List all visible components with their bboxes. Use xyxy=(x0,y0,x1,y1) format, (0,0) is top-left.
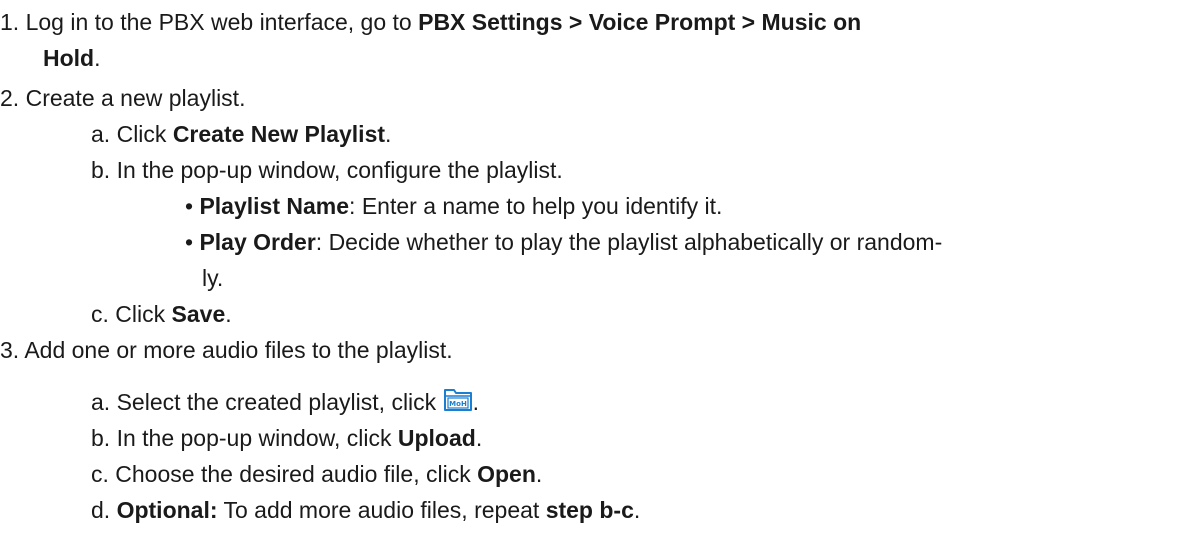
substep-2c: c. Click Save. xyxy=(91,300,232,328)
substep-letter: b. xyxy=(91,157,111,183)
svg-text:MoH: MoH xyxy=(449,400,467,408)
substep-text: In the pop-up window, click xyxy=(116,425,398,451)
substep-letter: a. xyxy=(91,121,111,147)
substep-2a: a. Click Create New Playlist. xyxy=(91,120,391,148)
period: . xyxy=(535,461,543,487)
menu-path-cont: Hold xyxy=(43,45,95,71)
bullet-play-order-cont: ly. xyxy=(202,264,223,292)
optional-label: Optional: xyxy=(116,497,218,523)
period: . xyxy=(225,301,232,327)
bullet-mark: • xyxy=(185,193,194,219)
step-text: Log in to the PBX web interface, go to xyxy=(25,9,419,35)
step-number: 2. xyxy=(0,85,20,111)
substep-text: Click xyxy=(115,301,172,327)
substep-text: Choose the desired audio file, click xyxy=(115,461,478,487)
playlist-name-label: Playlist Name xyxy=(199,193,350,219)
step-ref-label: step b-c xyxy=(545,497,634,523)
step-1-cont: Hold. xyxy=(43,44,101,72)
moh-playlist-icon: MoH xyxy=(443,386,473,412)
upload-label: Upload xyxy=(397,425,476,451)
play-order-label: Play Order xyxy=(199,229,316,255)
substep-letter: c. xyxy=(91,461,109,487)
substep-text: Click xyxy=(116,121,173,147)
substep-text: In the pop-up window, configure the play… xyxy=(116,157,563,183)
substep-2b: b. In the pop-up window, configure the p… xyxy=(91,156,563,184)
step-3: 3. Add one or more audio files to the pl… xyxy=(0,336,453,364)
substep-3c: c. Choose the desired audio file, click … xyxy=(91,460,542,488)
step-text: Add one or more audio files to the playl… xyxy=(24,337,453,363)
substep-letter: c. xyxy=(91,301,109,327)
bullet-play-order: • Play Order: Decide whether to play the… xyxy=(185,228,942,256)
bullet-text: : Enter a name to help you identify it. xyxy=(349,193,723,219)
save-label: Save xyxy=(171,301,226,327)
bullet-mark: • xyxy=(185,229,194,255)
substep-text: To add more audio files, repeat xyxy=(217,497,546,523)
step-text: Create a new playlist. xyxy=(25,85,246,111)
substep-letter: b. xyxy=(91,425,111,451)
menu-path: PBX Settings > Voice Prompt > Music on xyxy=(418,9,862,35)
create-new-playlist-label: Create New Playlist xyxy=(172,121,386,147)
period: . xyxy=(385,121,392,147)
substep-3d: d. Optional: To add more audio files, re… xyxy=(91,496,640,524)
substep-3b: b. In the pop-up window, click Upload. xyxy=(91,424,482,452)
step-2: 2. Create a new playlist. xyxy=(0,84,245,112)
substep-letter: d. xyxy=(91,497,111,523)
substep-text: Select the created playlist, click xyxy=(116,389,443,415)
period: . xyxy=(633,497,641,523)
period: . xyxy=(94,45,101,71)
step-number: 1. xyxy=(0,9,20,35)
step-number: 3. xyxy=(0,337,20,363)
substep-3a: a. Select the created playlist, click Mo… xyxy=(91,386,479,416)
period: . xyxy=(475,425,483,451)
substep-letter: a. xyxy=(91,389,111,415)
open-label: Open xyxy=(477,461,536,487)
bullet-text: : Decide whether to play the playlist al… xyxy=(315,229,943,255)
bullet-text-cont: ly. xyxy=(202,265,224,291)
bullet-playlist-name: • Playlist Name: Enter a name to help yo… xyxy=(185,192,722,220)
step-1: 1. Log in to the PBX web interface, go t… xyxy=(0,8,861,36)
period: . xyxy=(472,389,479,415)
